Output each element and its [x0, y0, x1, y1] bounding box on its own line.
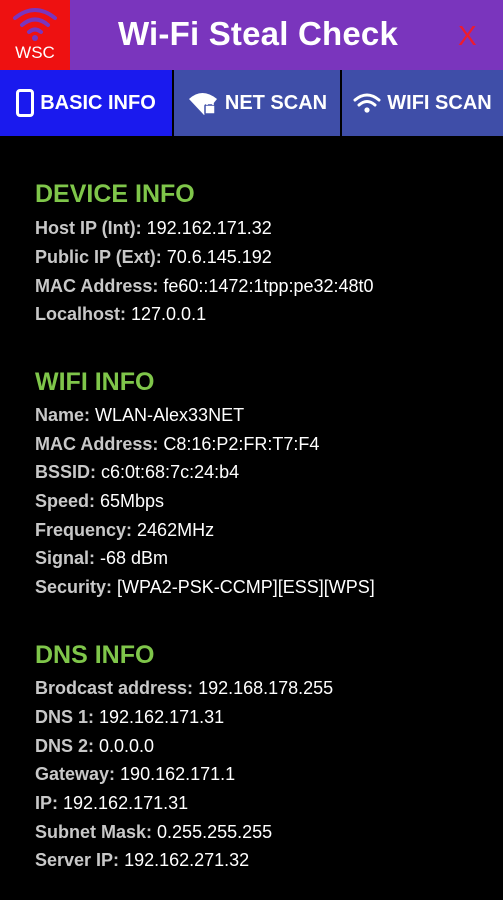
wifi-lock-icon — [187, 90, 219, 116]
info-key: Public IP (Ext): — [35, 247, 167, 267]
info-value: 192.162.171.31 — [99, 707, 225, 727]
info-key: DNS 2: — [35, 736, 100, 756]
info-value: [WPA2-PSK-CCMP][ESS][WPS] — [117, 577, 375, 597]
info-key: Security: — [35, 577, 118, 597]
info-value: 0.255.255.255 — [157, 822, 273, 842]
info-key: IP: — [35, 793, 64, 813]
logo-text: WSC — [15, 43, 55, 62]
info-value: WLAN-Alex33NET — [95, 405, 245, 425]
info-row: BSSID: c6:0t:68:7c:24:b4 — [35, 462, 239, 483]
info-value: 192.162.171.32 — [146, 218, 272, 238]
info-row: Signal: -68 dBm — [35, 548, 168, 569]
info-row: DNS 2: 0.0.0.0 — [35, 736, 154, 757]
info-value: 70.6.145.192 — [166, 247, 272, 267]
tab-label: BASIC INFO — [40, 91, 156, 114]
tab-basic-info[interactable]: BASIC INFO — [0, 70, 172, 136]
section-title-wifi-info: WIFI INFO — [35, 368, 155, 396]
info-row: Security: [WPA2-PSK-CCMP][ESS][WPS] — [35, 577, 375, 598]
info-row: IP: 192.162.171.31 — [35, 793, 188, 814]
info-row: Frequency: 2462MHz — [35, 520, 214, 541]
info-key: Localhost: — [35, 304, 132, 324]
wifi-icon — [353, 92, 381, 114]
info-key: Brodcast address: — [35, 678, 199, 698]
close-button[interactable]: X — [458, 20, 477, 52]
info-row: Name: WLAN-Alex33NET — [35, 405, 244, 426]
app-logo: WSC — [0, 0, 70, 70]
info-row: Server IP: 192.162.271.32 — [35, 850, 249, 871]
info-value: 192.162.171.31 — [63, 793, 189, 813]
info-value: 190.162.171.1 — [120, 764, 236, 784]
info-row: Subnet Mask: 0.255.255.255 — [35, 822, 272, 843]
info-row: Speed: 65Mbps — [35, 491, 164, 512]
tab-label: WIFI SCAN — [387, 91, 492, 114]
info-value: -68 dBm — [100, 548, 169, 568]
info-value: 65Mbps — [100, 491, 165, 511]
info-row: Brodcast address: 192.168.178.255 — [35, 678, 333, 699]
info-row: Public IP (Ext): 70.6.145.192 — [35, 247, 272, 268]
info-value: 0.0.0.0 — [99, 736, 155, 756]
info-key: MAC Address: — [35, 434, 164, 454]
info-row: DNS 1: 192.162.171.31 — [35, 707, 224, 728]
tab-bar: BASIC INFO NET SCAN WIFI SCAN — [0, 70, 503, 136]
phone-icon — [16, 89, 35, 117]
info-row: MAC Address: C8:16:P2:FR:T7:F4 — [35, 434, 319, 455]
info-row: Host IP (Int): 192.162.171.32 — [35, 218, 272, 239]
info-key: Name: — [35, 405, 96, 425]
info-row: Localhost: 127.0.0.1 — [35, 304, 206, 325]
info-key: Server IP: — [35, 850, 125, 870]
section-title-device-info: DEVICE INFO — [35, 180, 195, 208]
info-value: 127.0.0.1 — [131, 304, 207, 324]
info-row: MAC Address: fe60::1472:1tpp:pe32:48t0 — [35, 276, 374, 297]
info-key: Host IP (Int): — [35, 218, 147, 238]
info-key: MAC Address: — [35, 276, 164, 296]
info-value: c6:0t:68:7c:24:b4 — [101, 462, 240, 482]
info-key: Signal: — [35, 548, 101, 568]
info-key: Speed: — [35, 491, 101, 511]
info-row: Gateway: 190.162.171.1 — [35, 764, 235, 785]
info-value: fe60::1472:1tpp:pe32:48t0 — [163, 276, 374, 296]
tab-net-scan[interactable]: NET SCAN — [174, 70, 340, 136]
app-title: Wi-Fi Steal Check — [118, 15, 399, 52]
tab-label: NET SCAN — [224, 91, 328, 114]
info-key: Gateway: — [35, 764, 121, 784]
info-value: 2462MHz — [137, 520, 215, 540]
info-key: DNS 1: — [35, 707, 100, 727]
info-value: 192.168.178.255 — [198, 678, 334, 698]
wifi-logo-icon — [13, 8, 57, 41]
info-key: Subnet Mask: — [35, 822, 158, 842]
info-key: Frequency: — [35, 520, 138, 540]
info-value: 192.162.271.32 — [124, 850, 250, 870]
info-value: C8:16:P2:FR:T7:F4 — [163, 434, 320, 454]
tab-wifi-scan[interactable]: WIFI SCAN — [342, 70, 503, 136]
section-title-dns-info: DNS INFO — [35, 641, 155, 669]
info-key: BSSID: — [35, 462, 102, 482]
app-header: WSC Wi-Fi Steal Check X — [0, 0, 503, 70]
